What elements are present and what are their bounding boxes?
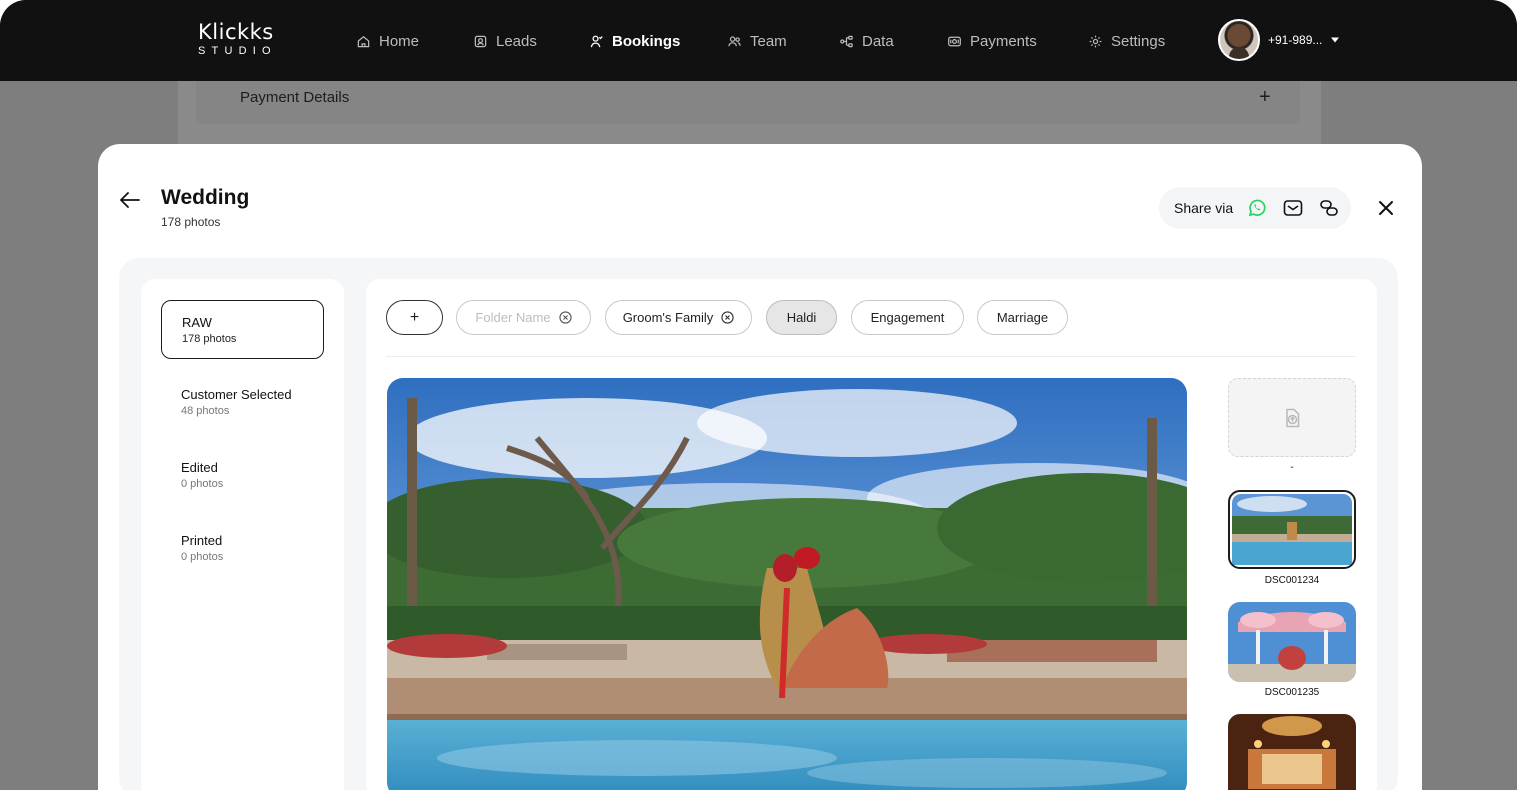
nav-item-home[interactable]: Home [356, 31, 419, 51]
chip-label: Haldi [786, 310, 817, 325]
folder-name: Customer Selected [181, 387, 292, 402]
folder-edited[interactable]: Edited 0 photos [161, 446, 324, 505]
chip-label: Groom's Family [622, 310, 714, 325]
payments-icon [948, 36, 961, 46]
upload-dropzone[interactable] [1228, 378, 1356, 457]
folder-count: 178 photos [182, 333, 237, 345]
avatar [1218, 19, 1260, 61]
share-bar: Share via [1159, 187, 1351, 229]
app-frame: Payment Details + Klickks STUDIO Home Le… [0, 0, 1517, 790]
nav-item-bookings[interactable]: Bookings [589, 31, 680, 51]
email-icon[interactable] [1281, 196, 1305, 220]
leads-icon [474, 35, 487, 47]
home-icon [357, 35, 370, 47]
photo-count: 178 photos [161, 215, 221, 229]
folder-name-placeholder: Folder Name [475, 310, 551, 325]
upload-icon [1286, 408, 1300, 427]
chip-haldi[interactable]: Haldi [766, 300, 837, 335]
nav-label-leads: Leads [496, 32, 537, 50]
back-arrow-icon[interactable] [118, 189, 142, 211]
payment-details-expand-button[interactable]: + [1259, 86, 1271, 109]
nav-item-team[interactable]: Team [727, 31, 787, 51]
add-subfolder-button[interactable]: + [386, 300, 443, 335]
thumbnail-label: DSC001234 [1264, 575, 1320, 586]
chip-engagement[interactable]: Engagement [851, 300, 964, 335]
folder-customer-selected[interactable]: Customer Selected 48 photos [161, 373, 324, 432]
remove-chip-icon[interactable] [721, 311, 734, 324]
nav-label-settings: Settings [1111, 32, 1166, 50]
link-icon[interactable] [1317, 196, 1341, 220]
chip-label: Marriage [996, 310, 1049, 325]
top-navigation: Klickks STUDIO Home Leads Bookings Team … [0, 0, 1517, 81]
folder-count: 0 photos [181, 478, 224, 490]
folder-name: RAW [182, 315, 212, 330]
nav-item-payments[interactable]: Payments [947, 31, 1037, 51]
page-title: Wedding [161, 186, 250, 209]
share-label: Share via [1174, 200, 1234, 216]
chip-marriage[interactable]: Marriage [977, 300, 1068, 335]
data-icon [840, 35, 853, 47]
nav-item-leads[interactable]: Leads [473, 31, 537, 51]
chips-divider [386, 356, 1356, 357]
add-symbol: + [409, 308, 420, 326]
chevron-down-icon [1331, 37, 1340, 43]
nav-item-settings[interactable]: Settings [1088, 31, 1165, 51]
nav-label-data: Data [862, 32, 894, 50]
whatsapp-icon[interactable] [1245, 196, 1269, 220]
main-photo-preview[interactable] [387, 378, 1187, 790]
profile-phone: +91-989... [1268, 33, 1323, 47]
nav-label-home: Home [379, 32, 420, 50]
thumbnail-venue[interactable] [1228, 714, 1356, 790]
brand-subtitle: STUDIO [198, 45, 277, 57]
nav-label-payments: Payments [970, 32, 1037, 50]
thumbnail-dsc001234[interactable] [1228, 490, 1356, 569]
upload-label: - [1290, 462, 1294, 473]
thumbnail-dsc001235[interactable] [1228, 602, 1356, 682]
folder-count: 0 photos [181, 551, 224, 563]
payment-details-row [196, 74, 1300, 124]
profile-menu[interactable]: +91-989... [1218, 19, 1340, 61]
payment-details-title: Payment Details [240, 89, 350, 106]
team-icon [728, 35, 741, 46]
thumbnail-label: DSC001235 [1264, 687, 1320, 698]
folder-raw[interactable]: RAW 178 photos [161, 300, 324, 359]
close-icon[interactable] [1375, 197, 1397, 219]
brand-logo[interactable]: Klickks STUDIO [198, 21, 277, 57]
folder-name: Edited [181, 460, 218, 475]
nav-item-data[interactable]: Data [839, 31, 894, 51]
clear-icon[interactable] [558, 311, 572, 324]
folder-name: Printed [181, 533, 223, 548]
bookings-icon [590, 35, 603, 47]
chip-grooms-family[interactable]: Groom's Family [605, 300, 752, 335]
gear-icon [1089, 35, 1102, 47]
nav-label-team: Team [750, 32, 787, 50]
chip-label: Engagement [870, 310, 945, 325]
brand-name: Klickks [198, 20, 274, 44]
folder-name-input[interactable]: Folder Name [456, 300, 591, 335]
nav-label-bookings: Bookings [612, 32, 681, 50]
folder-printed[interactable]: Printed 0 photos [161, 519, 324, 578]
folder-count: 48 photos [181, 405, 230, 417]
